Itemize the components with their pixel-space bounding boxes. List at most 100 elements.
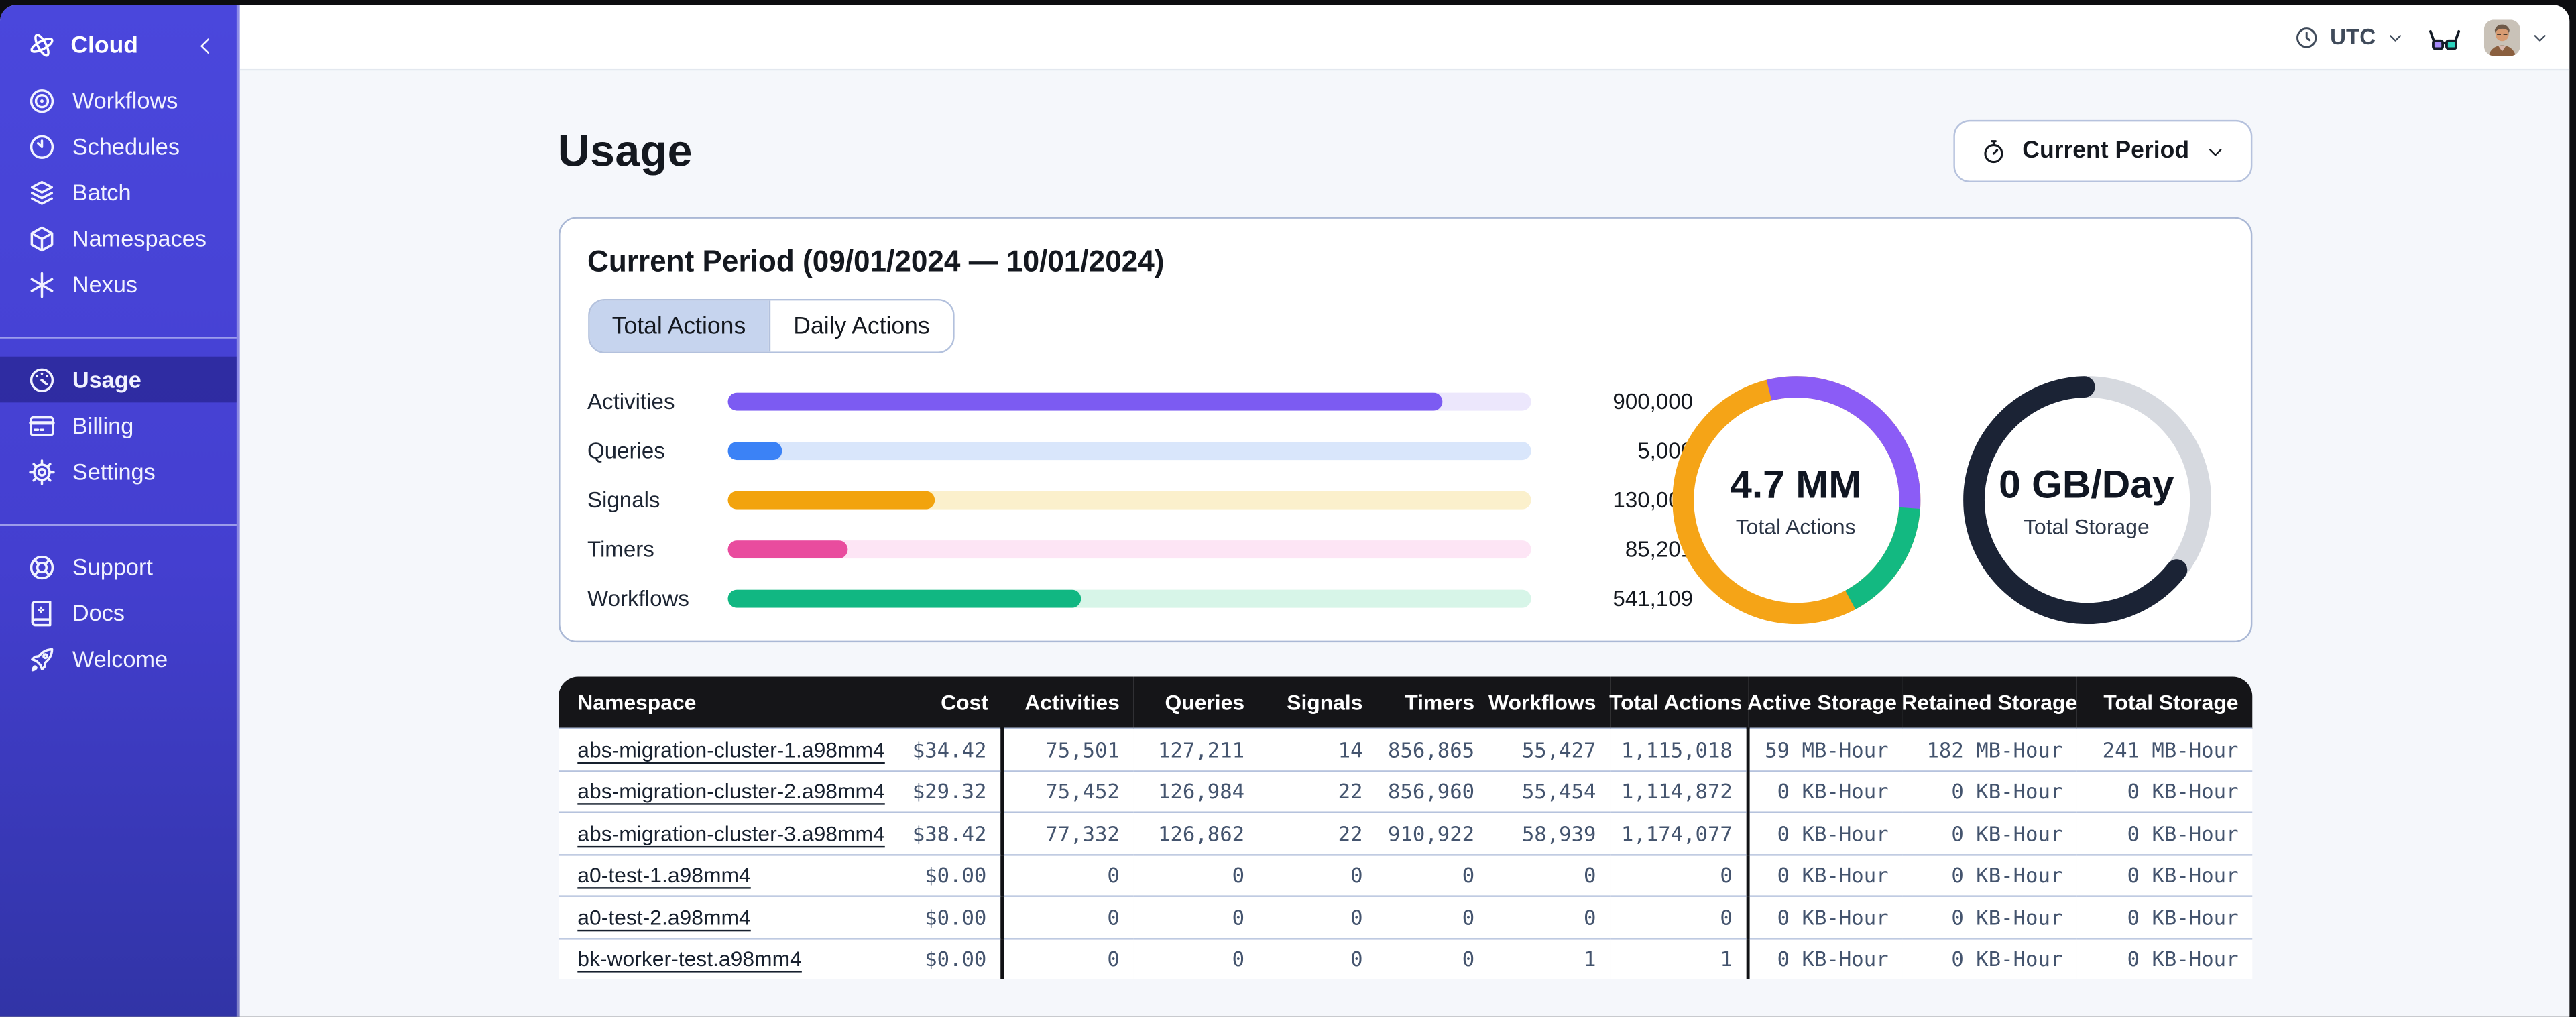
dev-glasses-icon[interactable]: [2426, 22, 2463, 52]
cell-timers: 0: [1376, 853, 1488, 896]
total-storage-donut: 0 GB/Day Total Storage: [1962, 376, 2211, 625]
cell-signals: 0: [1257, 853, 1377, 896]
cell-active-storage: 0 KB-Hour: [1745, 937, 1902, 979]
donut-label: Total Storage: [2024, 513, 2150, 538]
tab-total-actions[interactable]: Total Actions: [589, 300, 769, 352]
sidebar-item-docs[interactable]: Docs: [0, 590, 237, 636]
column-header-activities: Activities: [1001, 676, 1133, 729]
sidebar-item-usage[interactable]: Usage: [0, 356, 237, 403]
cell-total-storage: 0 KB-Hour: [2075, 853, 2252, 896]
donut-label: Total Actions: [1735, 513, 1856, 538]
card-heading: Current Period (09/01/2024 — 10/01/2024): [587, 245, 1165, 278]
clock-icon: [2294, 24, 2320, 50]
namespace-link[interactable]: a0-test-1.a98mm4: [577, 863, 751, 888]
sidebar-item-label: Workflows: [72, 86, 178, 114]
temporal-orbit-icon: [26, 29, 58, 61]
namespace-link[interactable]: abs-migration-cluster-1.a98mm4: [577, 737, 885, 762]
app-window: Cloud Workflows Schedules Batch Namespaces N…: [0, 5, 2570, 1017]
sidebar-item-label: Usage: [72, 366, 141, 393]
column-header-total-storage: Total Storage: [2075, 676, 2252, 729]
cell-namespace: abs-migration-cluster-1.a98mm4: [557, 727, 885, 771]
cell-active-storage: 0 KB-Hour: [1745, 853, 1902, 896]
current-period-card: Current Period (09/01/2024 — 10/01/2024)…: [557, 217, 2252, 643]
cell-namespace: a0-test-2.a98mm4: [557, 895, 874, 939]
sidebar-divider: [0, 524, 237, 526]
bar-fill: [727, 491, 935, 509]
column-header-retained-storage: Retained Storage: [1901, 676, 2077, 729]
chevron-down-icon: [2204, 141, 2225, 162]
sidebar-item-settings[interactable]: Settings: [0, 448, 237, 495]
period-button-label: Current Period: [2022, 137, 2190, 165]
cell-total-storage: 0 KB-Hour: [2075, 811, 2252, 855]
cell-queries: 0: [1132, 853, 1258, 896]
bar-fill: [727, 540, 847, 558]
namespace-link[interactable]: a0-test-2.a98mm4: [577, 905, 751, 930]
timezone-selector[interactable]: UTC: [2294, 24, 2405, 50]
cell-signals: 14: [1257, 727, 1377, 771]
main-area: UTC Usage Current Period Current Period …: [239, 5, 2570, 1017]
namespace-link[interactable]: abs-migration-cluster-2.a98mm4: [577, 779, 885, 804]
table-row: abs-migration-cluster-3.a98mm4 $38.42 77,3…: [557, 811, 2252, 855]
cell-namespace: abs-migration-cluster-2.a98mm4: [557, 769, 885, 813]
bar-track: [727, 442, 1531, 460]
period-selector-button[interactable]: Current Period: [1953, 119, 2252, 182]
cell-namespace: a0-test-1.a98mm4: [557, 853, 874, 896]
column-header-total-actions: Total Actions: [1609, 676, 1747, 729]
cell-cost: $0.00: [873, 853, 1002, 896]
sidebar-item-label: Schedules: [72, 133, 180, 160]
column-header-queries: Queries: [1132, 676, 1258, 729]
cell-queries: 127,211: [1132, 727, 1258, 771]
sidebar-item-namespaces[interactable]: Namespaces: [0, 215, 237, 261]
page-scroll-area: Usage Current Period Current Period (09/…: [239, 70, 2570, 1017]
namespace-link[interactable]: bk-worker-test.a98mm4: [577, 947, 802, 971]
sidebar-brand[interactable]: Cloud: [0, 5, 237, 77]
cell-retained-storage: 0 KB-Hour: [1901, 769, 2076, 813]
nexus-icon: [26, 269, 58, 300]
cell-activities: 0: [1000, 895, 1133, 939]
cell-queries: 0: [1132, 937, 1258, 979]
brand-label: Cloud: [70, 32, 139, 58]
batch-icon: [26, 176, 58, 208]
usage-bar-row-workflows: Workflows 541,109: [587, 586, 1693, 611]
cell-timers: 856,960: [1376, 769, 1488, 813]
column-header-cost: Cost: [873, 676, 1002, 729]
namespace-link[interactable]: abs-migration-cluster-3.a98mm4: [577, 821, 885, 846]
bar-track: [727, 393, 1531, 410]
sidebar-item-schedules[interactable]: Schedules: [0, 123, 237, 170]
cell-workflows: 0: [1487, 853, 1610, 896]
cell-namespace: abs-migration-cluster-3.a98mm4: [557, 811, 885, 855]
user-avatar[interactable]: [2483, 19, 2520, 56]
sidebar-item-welcome[interactable]: Welcome: [0, 636, 237, 682]
table-row: bk-worker-test.a98mm4 $0.00 0 0 0 0 1 1 0 KB-Hou…: [557, 937, 2252, 979]
cell-timers: 0: [1376, 895, 1488, 939]
cell-retained-storage: 182 MB-Hour: [1901, 727, 2076, 771]
bar-label: Timers: [587, 537, 654, 562]
cell-signals: 0: [1257, 937, 1377, 979]
namespace-usage-table: Namespace Cost Activities Queries Signals Tim…: [557, 676, 2252, 979]
cell-cost: $29.32: [873, 769, 1002, 813]
sidebar-item-billing[interactable]: Billing: [0, 402, 237, 448]
tab-daily-actions[interactable]: Daily Actions: [768, 300, 953, 352]
cell-activities: 0: [1000, 937, 1133, 979]
timezone-label: UTC: [2330, 24, 2376, 50]
cell-total-actions: 1,114,872: [1609, 769, 1747, 813]
bar-track: [727, 590, 1531, 607]
usage-bar-row-queries: Queries 5,000: [587, 438, 1693, 463]
sidebar-item-workflows[interactable]: Workflows: [0, 77, 237, 123]
usage-icon: [26, 364, 58, 396]
welcome-icon: [26, 643, 58, 674]
user-menu[interactable]: [2483, 19, 2550, 56]
sidebar-item-nexus[interactable]: Nexus: [0, 261, 237, 308]
schedules-icon: [26, 131, 58, 162]
total-actions-donut: 4.7 MM Total Actions: [1672, 376, 1920, 625]
sidebar-item-label: Billing: [72, 412, 134, 439]
cell-signals: 22: [1257, 811, 1377, 855]
chevron-left-icon[interactable]: [194, 34, 217, 56]
cell-activities: 75,501: [1000, 727, 1133, 771]
sidebar-item-batch[interactable]: Batch: [0, 169, 237, 215]
page-title: Usage: [557, 125, 693, 175]
billing-icon: [26, 410, 58, 441]
cell-activities: 77,332: [1000, 811, 1133, 855]
sidebar-item-support[interactable]: Support: [0, 544, 237, 590]
bar-label: Workflows: [587, 586, 689, 611]
